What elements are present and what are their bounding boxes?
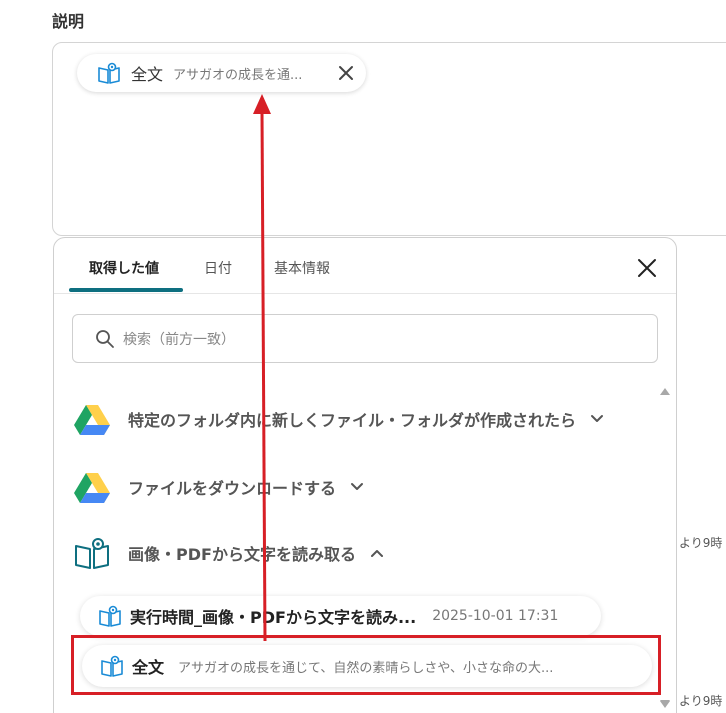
- value-chip-execution-time[interactable]: 実行時間_画像・PDFから文字を読み... 2025-10-01 17:31: [80, 596, 601, 636]
- description-value-chip[interactable]: 全文 アサガオの成長を通...: [77, 54, 366, 92]
- tab-date[interactable]: 日付: [204, 258, 232, 278]
- step-row-ocr[interactable]: 画像・PDFから文字を読み取る: [74, 536, 384, 570]
- remove-chip-icon[interactable]: [338, 65, 354, 81]
- step-row-folder-trigger[interactable]: 特定のフォルダ内に新しくファイル・フォルダが作成されたら: [74, 402, 604, 436]
- scroll-up-arrow[interactable]: [660, 388, 670, 395]
- google-drive-icon: [74, 405, 110, 435]
- ocr-book-icon: [75, 538, 109, 569]
- value-chip-title: 実行時間_画像・PDFから文字を読み...: [130, 608, 417, 627]
- value-chip-timestamp: 2025-10-01 17:31: [432, 608, 559, 624]
- scroll-down-arrow[interactable]: [660, 700, 670, 707]
- search-placeholder: 検索（前方一致）: [123, 331, 235, 348]
- tab-basic-info[interactable]: 基本情報: [274, 258, 330, 278]
- search-input[interactable]: 検索（前方一致）: [72, 314, 658, 363]
- chip-subtitle: アサガオの成長を通...: [173, 67, 303, 83]
- tab-acquired-values[interactable]: 取得した値: [89, 258, 159, 278]
- chip-title: 全文: [131, 65, 164, 84]
- description-label: 説明: [52, 12, 85, 31]
- chevron-down-icon[interactable]: [350, 482, 364, 492]
- side-note: より9時: [679, 694, 723, 708]
- step-row-label: 特定のフォルダ内に新しくファイル・フォルダが作成されたら: [128, 411, 577, 430]
- active-tab-indicator: [69, 288, 183, 292]
- ocr-book-icon: [98, 62, 120, 84]
- ocr-book-icon: [99, 605, 121, 627]
- step-row-label: 画像・PDFから文字を読み取る: [128, 545, 356, 564]
- step-row-label: ファイルをダウンロードする: [128, 479, 337, 498]
- chevron-down-icon[interactable]: [590, 414, 604, 424]
- close-icon[interactable]: [637, 258, 657, 278]
- tab-bar: 取得した値 日付 基本情報: [54, 238, 676, 294]
- chevron-up-icon[interactable]: [370, 548, 384, 558]
- side-note: より9時: [679, 536, 723, 550]
- search-icon: [96, 329, 114, 348]
- google-drive-icon: [74, 473, 110, 503]
- highlight-box: [71, 635, 661, 695]
- step-row-download-file[interactable]: ファイルをダウンロードする: [74, 470, 364, 504]
